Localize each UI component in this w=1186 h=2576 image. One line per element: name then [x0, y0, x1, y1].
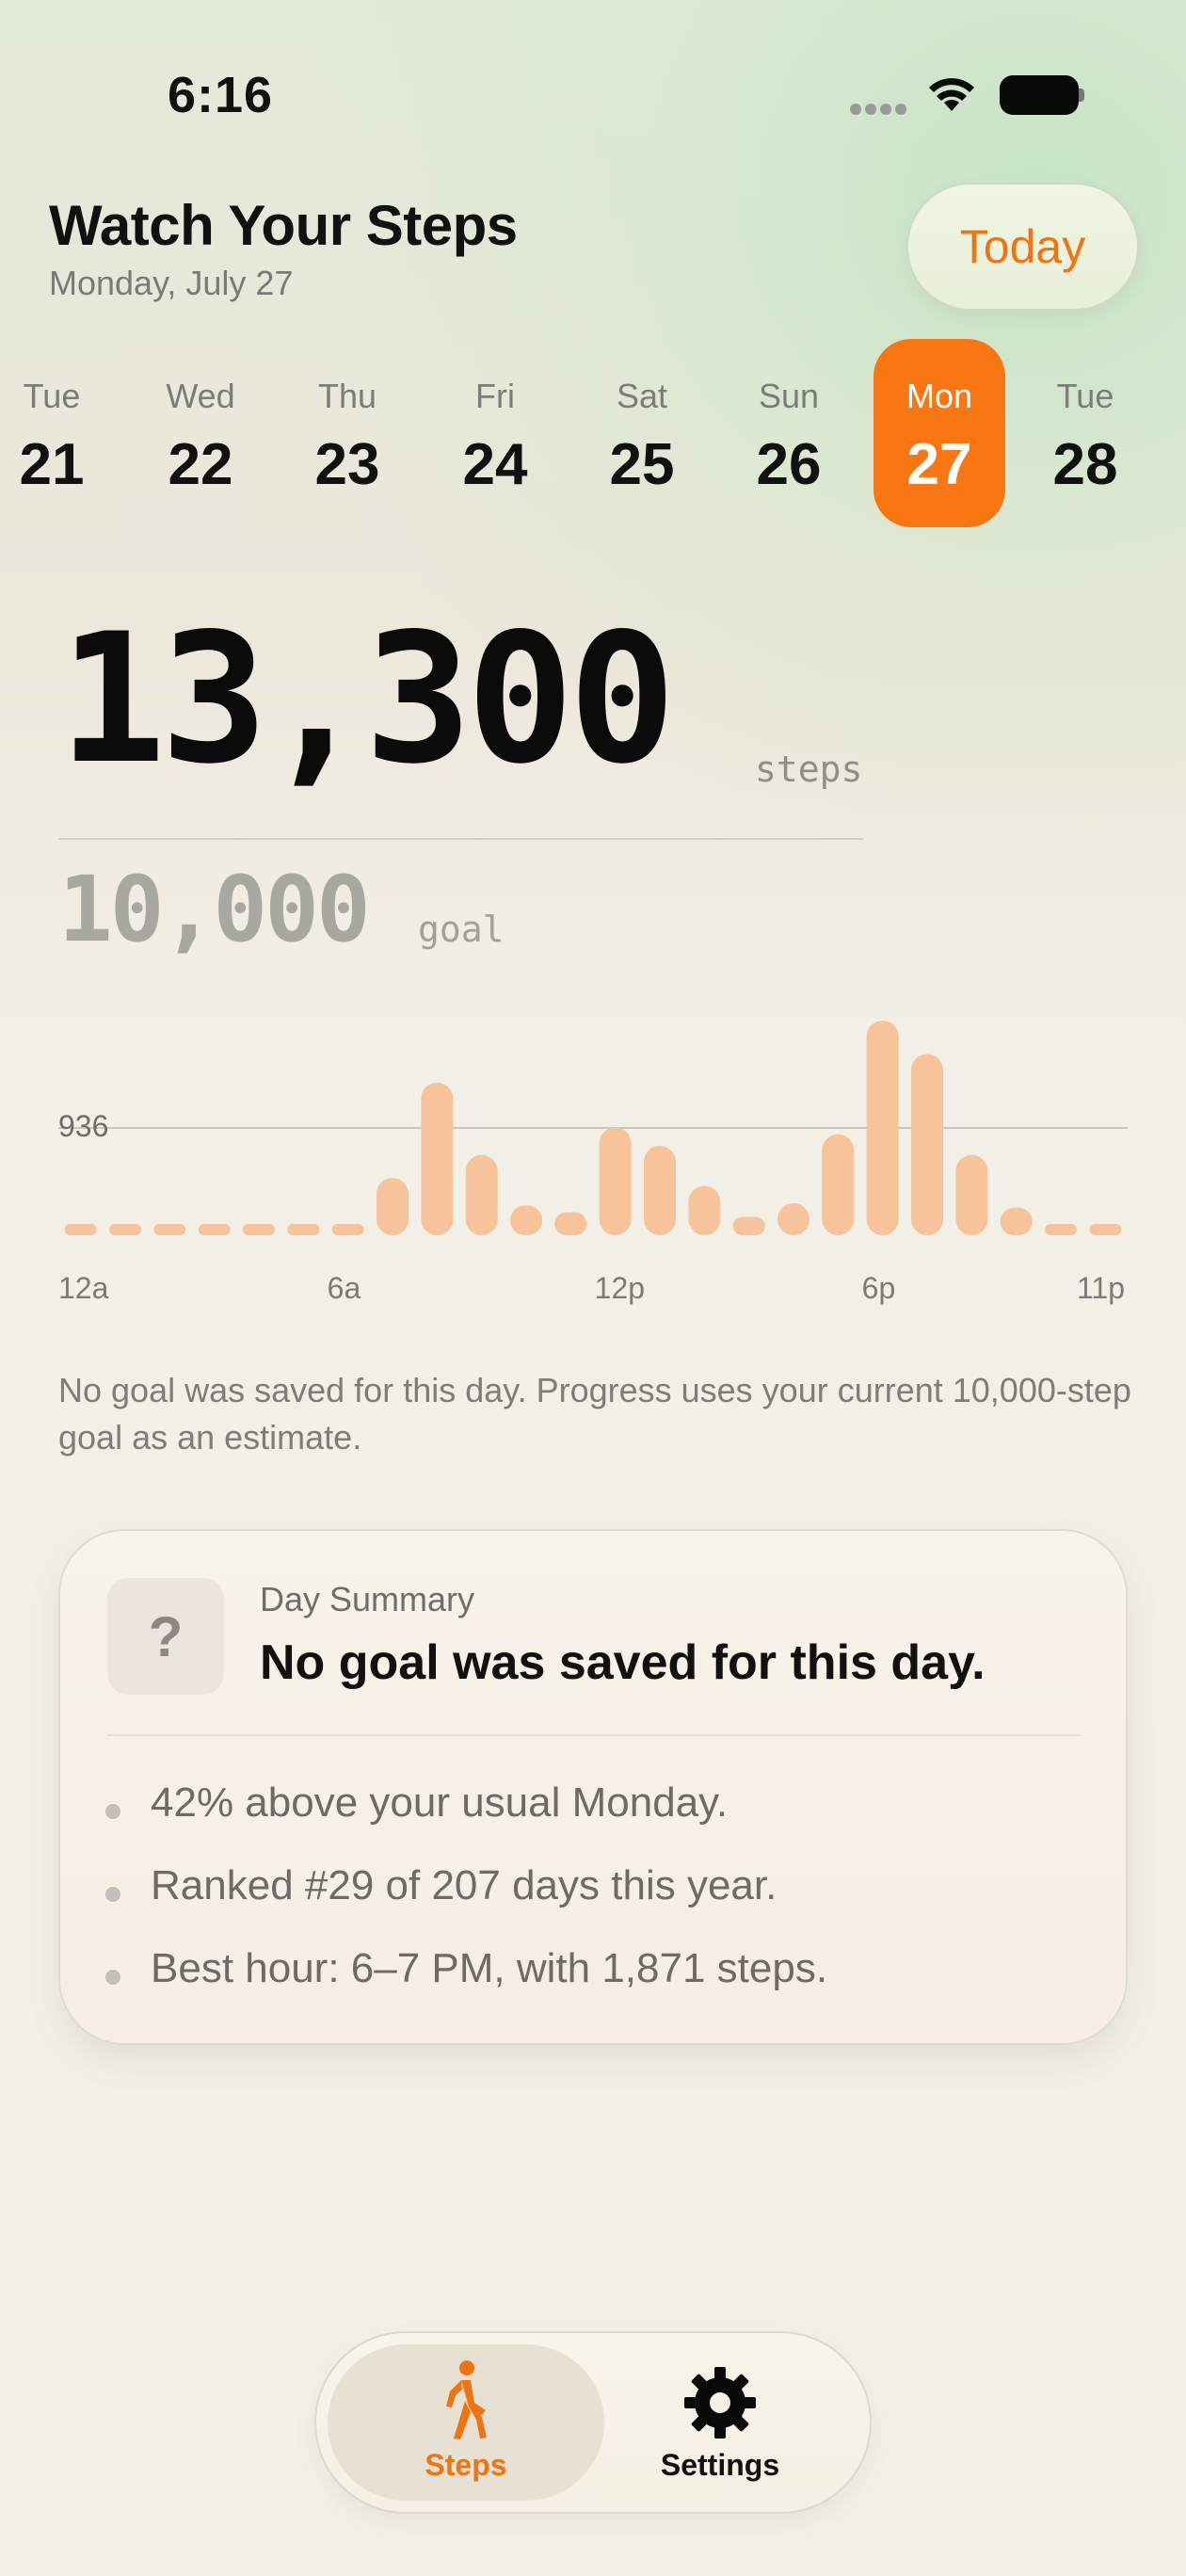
day-name: Tue [23, 377, 81, 415]
summary-eyebrow: Day Summary [260, 1580, 475, 1618]
bar-3a [198, 1224, 231, 1235]
summary-divider [107, 1734, 1081, 1736]
bar-10a [510, 1205, 542, 1235]
day-tue-28[interactable]: Tue 28 [1019, 339, 1151, 527]
goal-count: 10,000 [58, 857, 371, 962]
gear-icon[interactable] [682, 2365, 758, 2440]
step-count: 13,300 [58, 595, 676, 803]
wifi-icon [929, 78, 974, 111]
bar-11a [554, 1212, 587, 1235]
day-number: 23 [314, 432, 380, 497]
day-fri-24[interactable]: Fri 24 [429, 339, 561, 527]
hourly-steps-chart [58, 1021, 1128, 1235]
day-sun-26[interactable]: Sun 26 [723, 339, 855, 527]
bullet-dot [105, 1804, 120, 1819]
day-name: Thu [317, 377, 377, 415]
bar-8a [421, 1082, 454, 1235]
x-tick-label: 12a [58, 1271, 109, 1305]
bar-10p [1045, 1224, 1077, 1235]
bar-6a [331, 1224, 364, 1235]
question-mark-icon: ? [107, 1578, 224, 1695]
day-number: 28 [1052, 432, 1118, 497]
bar-8p [955, 1154, 988, 1235]
bar-7a [377, 1178, 409, 1235]
page-title: Watch Your Steps [49, 194, 518, 257]
bar-4a [243, 1224, 275, 1235]
bar-9a [465, 1154, 498, 1235]
goal-unit: goal [418, 909, 505, 950]
bar-9p [1000, 1207, 1033, 1235]
bar-6p [866, 1021, 899, 1235]
x-tick-label: 11p [1077, 1271, 1126, 1305]
battery-cap [1079, 89, 1084, 102]
bar-12a [64, 1224, 97, 1235]
step-unit: steps [755, 749, 863, 790]
day-number: 21 [19, 432, 85, 497]
bullet-dot [105, 1970, 120, 1985]
goal-note: No goal was saved for this day. Progress… [58, 1371, 1131, 1457]
day-wed-22[interactable]: Wed 22 [135, 339, 266, 527]
bar-5p [822, 1134, 855, 1235]
day-name: Sat [616, 377, 668, 415]
day-sat-25[interactable]: Sat 25 [576, 339, 708, 527]
day-name: Mon [906, 377, 973, 415]
day-name: Wed [166, 377, 235, 415]
status-time: 6:16 [168, 67, 274, 123]
walk-icon[interactable] [433, 2359, 499, 2440]
day-number: 22 [168, 432, 233, 497]
x-tick-label: 6p [861, 1271, 896, 1305]
bar-2p [688, 1185, 721, 1235]
tab-steps-label[interactable]: Steps [328, 2448, 604, 2483]
bar-11p [1089, 1224, 1122, 1235]
summary-title: No goal was saved for this day. [260, 1635, 986, 1690]
today-button[interactable]: Today [906, 183, 1139, 311]
reference-line-label: 936 [58, 1109, 109, 1143]
x-tick-label: 6a [327, 1271, 361, 1305]
bar-3p [732, 1216, 765, 1235]
summary-bullet: Best hour: 6–7 PM, with 1,871 steps. [151, 1945, 828, 1991]
day-tue-21[interactable]: Tue 21 [0, 339, 118, 527]
day-thu-23[interactable]: Thu 23 [281, 339, 413, 527]
cellular-signal-icon [850, 104, 906, 119]
summary-bullet: Ranked #29 of 207 days this year. [151, 1862, 777, 1908]
bar-1p [644, 1145, 676, 1235]
tab-settings-label[interactable]: Settings [612, 2448, 828, 2483]
bar-5a [287, 1224, 320, 1235]
bar-12p [599, 1127, 632, 1235]
day-number: 27 [906, 432, 972, 497]
bar-1a [109, 1224, 141, 1235]
bar-2a [153, 1224, 186, 1235]
bar-7p [911, 1054, 943, 1235]
divider [58, 838, 863, 840]
day-name: Sun [758, 377, 820, 415]
day-name: Fri [475, 377, 515, 415]
page-date: Monday, July 27 [49, 264, 294, 302]
summary-bullet: 42% above your usual Monday. [151, 1779, 729, 1826]
day-number: 26 [756, 432, 822, 497]
battery-icon [1000, 75, 1079, 115]
day-name: Tue [1056, 377, 1114, 415]
x-tick-label: 12p [594, 1271, 646, 1305]
bullet-dot [105, 1887, 120, 1902]
day-mon-27[interactable]: Mon 27 [873, 339, 1005, 527]
bar-4p [777, 1202, 809, 1235]
day-number: 24 [462, 432, 528, 497]
day-number: 25 [609, 432, 675, 497]
